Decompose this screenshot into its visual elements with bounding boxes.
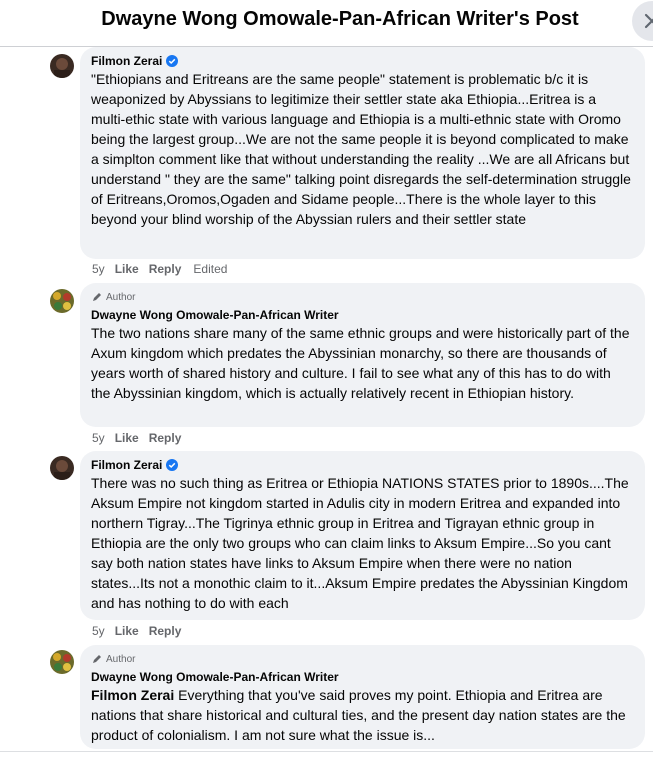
- avatar[interactable]: [50, 54, 74, 78]
- reply-button[interactable]: Reply: [149, 624, 182, 638]
- avatar[interactable]: [50, 456, 74, 480]
- comment-bubble: Author Dwayne Wong Omowale-Pan-African W…: [80, 645, 645, 749]
- comment-actions: 5y Like Reply: [92, 431, 181, 445]
- comment-age[interactable]: 5y: [92, 624, 105, 638]
- comment-actions: 5y Like Reply Edited: [92, 262, 227, 276]
- divider: [0, 751, 653, 752]
- comment-author-name[interactable]: Dwayne Wong Omowale-Pan-African Writer: [91, 308, 339, 322]
- comment-text: There was no such thing as Eritrea or Et…: [91, 475, 629, 611]
- avatar[interactable]: [50, 650, 74, 674]
- mention-link[interactable]: Filmon Zerai: [91, 687, 174, 703]
- post-header: Dwayne Wong Omowale-Pan-African Writer's…: [0, 0, 653, 47]
- reply-button[interactable]: Reply: [149, 262, 182, 276]
- comment-author-name[interactable]: Filmon Zerai: [91, 458, 162, 472]
- comment-text: "Ethiopians and Eritreans are the same p…: [91, 71, 631, 227]
- post-title: Dwayne Wong Omowale-Pan-African Writer's…: [101, 8, 579, 30]
- close-button[interactable]: [632, 1, 653, 41]
- comment-text: Filmon Zerai Everything that you've said…: [91, 685, 633, 745]
- reply-button[interactable]: Reply: [149, 431, 182, 445]
- verified-badge-icon: [166, 459, 179, 471]
- comment-author-name[interactable]: Dwayne Wong Omowale-Pan-African Writer: [91, 670, 339, 684]
- comment-author-name[interactable]: Filmon Zerai: [91, 54, 162, 68]
- comment-bubble: Author Dwayne Wong Omowale-Pan-African W…: [80, 283, 645, 427]
- comment-bubble: Filmon Zerai "Ethiopians and Eritreans a…: [80, 47, 645, 259]
- close-icon: [644, 13, 653, 29]
- avatar[interactable]: [50, 289, 74, 313]
- edited-label: Edited: [193, 262, 228, 276]
- like-button[interactable]: Like: [115, 624, 139, 638]
- like-button[interactable]: Like: [115, 431, 139, 445]
- comment-age[interactable]: 5y: [92, 262, 105, 276]
- pen-icon: [93, 293, 101, 301]
- verified-badge-icon: [166, 55, 179, 67]
- pen-icon: [93, 655, 101, 663]
- author-badge-label: Author: [106, 291, 136, 303]
- author-badge: Author: [91, 652, 633, 666]
- author-badge-label: Author: [106, 653, 136, 665]
- comment-text: The two nations share many of the same e…: [91, 325, 630, 401]
- like-button[interactable]: Like: [115, 262, 139, 276]
- comment-bubble: Filmon Zerai There was no such thing as …: [80, 451, 645, 620]
- author-badge: Author: [91, 290, 633, 304]
- comment-actions: 5y Like Reply: [92, 624, 181, 638]
- comment-age[interactable]: 5y: [92, 431, 105, 445]
